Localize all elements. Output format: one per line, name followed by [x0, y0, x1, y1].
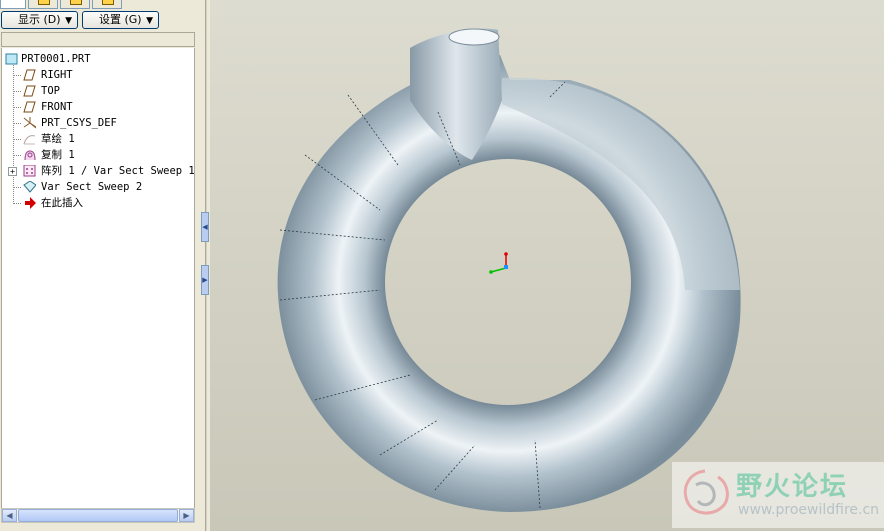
datum-plane-icon — [23, 69, 36, 81]
tree-item-label: PRT_CSYS_DEF — [41, 117, 117, 129]
coordinate-system-icon — [23, 117, 36, 129]
tree-toolbar: 显示 (D) ▼ 设置 (G) ▼ — [0, 10, 197, 31]
folder-icon — [38, 0, 50, 5]
torus-surface — [277, 55, 741, 512]
panel-tab-strip — [0, 0, 197, 10]
forum-logo-icon — [683, 469, 729, 515]
pattern-icon — [23, 165, 36, 177]
tab-favorites[interactable] — [60, 0, 90, 9]
model-tree: PRT0001.PRT RIGHT TOP FRONT PRT_CSYS_DEF… — [1, 48, 195, 508]
torus-body — [277, 28, 741, 512]
show-dropdown-button[interactable]: 显示 (D) ▼ — [1, 11, 78, 29]
tree-item-label: TOP — [41, 85, 60, 97]
expand-icon[interactable]: + — [8, 167, 17, 176]
graphics-window[interactable] — [210, 0, 884, 531]
sweep-icon — [23, 181, 36, 193]
tree-item-copy-1[interactable]: 复制 1 — [2, 147, 194, 163]
tree-horizontal-scrollbar[interactable]: ◀ ▶ — [1, 508, 195, 523]
end-cap-face — [448, 28, 500, 46]
tree-item-pattern-1[interactable]: + 阵列 1 / Var Sect Sweep 1 — [2, 163, 195, 179]
tree-item-label: 在此插入 — [41, 197, 83, 209]
insert-here-icon — [25, 197, 36, 209]
tree-item-label: Var Sect Sweep 2 — [41, 181, 143, 193]
tree-item-label: RIGHT — [41, 69, 73, 81]
expand-panel-icon[interactable]: ▶ — [201, 265, 209, 295]
tree-item-insert-here[interactable]: 在此插入 — [2, 195, 194, 211]
tab-connections[interactable] — [92, 0, 122, 9]
tree-item-label: PRT0001.PRT — [21, 53, 91, 65]
datum-plane-icon — [23, 85, 36, 97]
favorites-icon — [70, 0, 82, 5]
part-icon — [5, 53, 18, 65]
tree-item-sweep-2[interactable]: Var Sect Sweep 2 — [2, 179, 194, 195]
sketch-icon — [23, 135, 36, 145]
settings-button-label: 设置 (G) — [99, 13, 142, 26]
tree-item-label: FRONT — [41, 101, 73, 113]
model-tree-panel: 显示 (D) ▼ 设置 (G) ▼ PRT0001.PRT RIGHT TOP — [0, 0, 197, 531]
forum-watermark: 野火论坛 www.proewildfire.cn — [672, 462, 884, 528]
tree-item-label: 草绘 1 — [41, 133, 75, 145]
tree-item-sketch-1[interactable]: 草绘 1 — [2, 131, 194, 147]
dropdown-arrow-icon: ▼ — [65, 16, 72, 26]
scrollbar-thumb[interactable] — [18, 509, 178, 522]
tab-folder-browser[interactable] — [28, 0, 58, 9]
model-view[interactable] — [210, 0, 884, 531]
connections-icon — [102, 0, 114, 5]
datum-plane-icon — [23, 101, 36, 113]
tree-item-front-plane[interactable]: FRONT — [2, 99, 194, 115]
tab-model-tree[interactable] — [0, 0, 26, 9]
copy-icon — [24, 150, 36, 161]
watermark-url: www.proewildfire.cn — [738, 502, 880, 518]
tree-item-csys[interactable]: PRT_CSYS_DEF — [2, 115, 194, 131]
scroll-right-icon[interactable]: ▶ — [179, 509, 194, 522]
scroll-left-icon[interactable]: ◀ — [2, 509, 17, 522]
show-button-label: 显示 (D) — [18, 13, 61, 26]
dropdown-arrow-icon: ▼ — [146, 16, 153, 26]
collapse-panel-icon[interactable]: ◀ — [201, 212, 209, 242]
tree-item-label: 阵列 1 / Var Sect Sweep 1 — [41, 165, 195, 177]
tree-item-label: 复制 1 — [41, 149, 75, 161]
tree-item-top-plane[interactable]: TOP — [2, 83, 194, 99]
tree-item-root-part[interactable]: PRT0001.PRT — [2, 51, 194, 67]
tree-column-header[interactable] — [1, 32, 195, 47]
settings-dropdown-button[interactable]: 设置 (G) ▼ — [82, 11, 159, 29]
tree-item-right-plane[interactable]: RIGHT — [2, 67, 194, 83]
watermark-title: 野火论坛 — [736, 472, 849, 502]
